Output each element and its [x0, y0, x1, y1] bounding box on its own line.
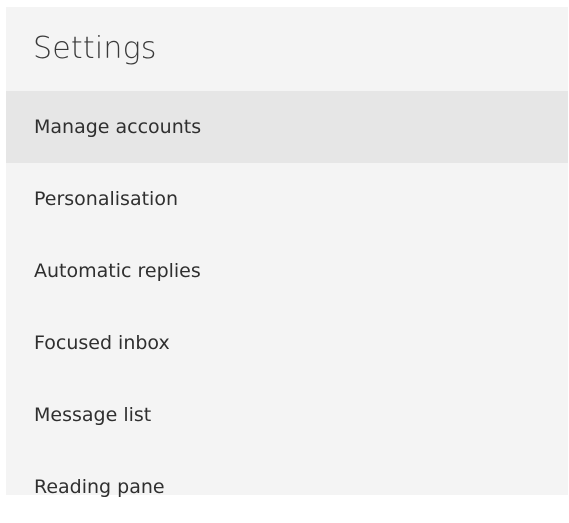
- settings-item-label: Automatic replies: [34, 260, 201, 282]
- settings-item-focused-inbox[interactable]: Focused inbox: [6, 307, 568, 379]
- settings-item-manage-accounts[interactable]: Manage accounts: [6, 91, 568, 163]
- settings-item-message-list[interactable]: Message list: [6, 379, 568, 451]
- settings-item-label: Manage accounts: [34, 116, 202, 138]
- settings-menu: Manage accounts Personalisation Automati…: [6, 91, 568, 523]
- settings-panel: Settings Manage accounts Personalisation…: [6, 7, 568, 498]
- settings-item-automatic-replies[interactable]: Automatic replies: [6, 235, 568, 307]
- page-title: Settings: [33, 31, 157, 66]
- settings-item-personalisation[interactable]: Personalisation: [6, 163, 568, 235]
- settings-item-label: Personalisation: [34, 188, 178, 210]
- settings-item-label: Message list: [34, 404, 152, 426]
- settings-item-label: Reading pane: [34, 476, 165, 498]
- settings-item-label: Focused inbox: [34, 332, 170, 354]
- settings-item-reading-pane[interactable]: Reading pane: [6, 451, 568, 523]
